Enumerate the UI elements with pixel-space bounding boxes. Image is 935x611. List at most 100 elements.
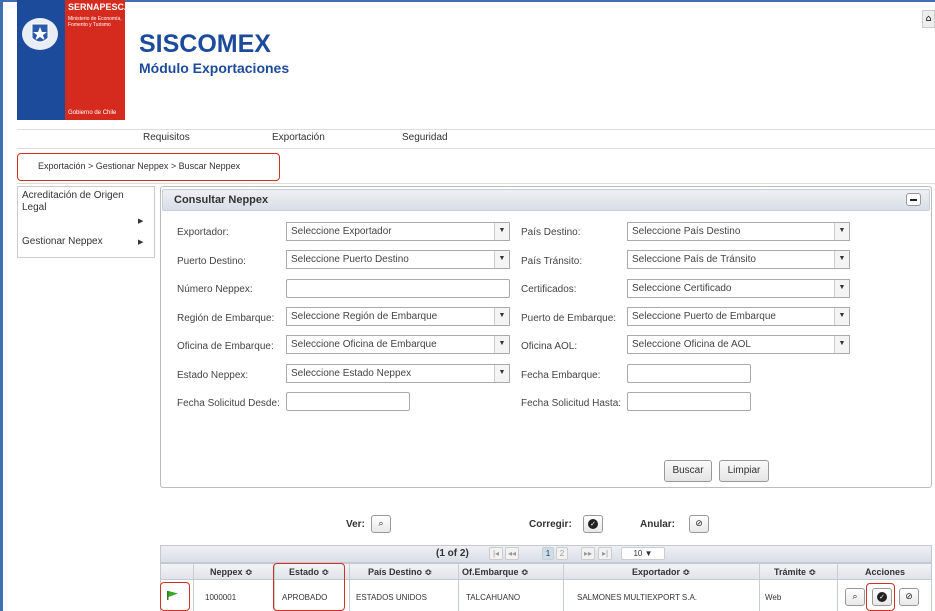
cell-neppex: 1000001 <box>205 593 237 602</box>
corregir-highlight <box>866 583 895 611</box>
puerto-destino-select-value: Seleccione Puerto Destino <box>291 254 409 265</box>
puerto-embarque-select[interactable]: Seleccione Puerto de Embarque ▼ <box>627 307 850 326</box>
chevron-right-icon: ▶ <box>138 217 144 225</box>
estado-neppex-select[interactable]: Seleccione Estado Neppex ▼ <box>286 364 510 383</box>
fecha-hasta-input[interactable] <box>627 392 751 411</box>
chevron-down-icon: ▼ <box>834 336 849 353</box>
numero-neppex-label: Número Neppex: <box>177 284 253 295</box>
search-icon: ⌕ <box>371 515 391 533</box>
buscar-button[interactable]: Buscar <box>664 460 712 482</box>
chevron-down-icon: ▼ <box>834 280 849 297</box>
cell-oficina: TALCAHUANO <box>466 593 521 602</box>
col-acciones: Acciones <box>865 567 906 577</box>
chevron-down-icon: ▼ <box>834 308 849 325</box>
col-neppex[interactable]: Neppex ≎ <box>210 567 253 578</box>
puerto-destino-select[interactable]: Seleccione Puerto Destino ▼ <box>286 250 510 269</box>
last-page-icon[interactable]: ▸| <box>598 547 612 560</box>
page-info: (1 of 2) <box>436 548 469 559</box>
app-title: SISCOMEX <box>139 30 271 58</box>
cancel-action-button[interactable]: ⊘ <box>899 588 919 606</box>
estado-neppex-label: Estado Neppex: <box>177 370 249 381</box>
flag-highlight <box>160 582 190 611</box>
fecha-desde-label: Fecha Solicitud Desde: <box>177 398 280 409</box>
column-divider <box>349 563 350 611</box>
window-edge <box>0 0 3 611</box>
column-divider <box>837 563 838 611</box>
menu-seguridad[interactable]: Seguridad <box>402 132 448 143</box>
chile-coat-of-arms-icon <box>22 18 58 50</box>
window-top-edge <box>0 0 935 2</box>
pais-transito-label: País Tránsito: <box>521 256 583 267</box>
cell-tramite: Web <box>765 593 782 602</box>
region-embarque-label: Región de Embarque: <box>177 313 275 324</box>
government-name: Gobierno de Chile <box>68 110 117 116</box>
region-embarque-select-value: Seleccione Región de Embarque <box>291 311 438 322</box>
rows-per-page-value: 10 <box>633 549 643 558</box>
puerto-embarque-label: Puerto de Embarque: <box>521 313 617 324</box>
puerto-embarque-select-value: Seleccione Puerto de Embarque <box>632 311 776 322</box>
oficina-aol-select[interactable]: Seleccione Oficina de AOL ▼ <box>627 335 850 354</box>
cell-pais-destino: ESTADOS UNIDOS <box>356 593 427 602</box>
page-2[interactable]: 2 <box>556 547 568 560</box>
page-1[interactable]: 1 <box>542 547 554 560</box>
numero-neppex-input[interactable] <box>286 279 510 298</box>
col-pais-destino[interactable]: País Destino ≎ <box>368 567 432 578</box>
fecha-embarque-label: Fecha Embarque: <box>521 370 601 381</box>
panel-header <box>162 189 930 211</box>
column-divider <box>458 563 459 611</box>
region-embarque-select[interactable]: Seleccione Región de Embarque ▼ <box>286 307 510 326</box>
breadcrumb[interactable]: Exportación > Gestionar Neppex > Buscar … <box>38 161 240 171</box>
fecha-embarque-input[interactable] <box>627 364 751 383</box>
estado-neppex-select-value: Seleccione Estado Neppex <box>291 368 412 379</box>
pais-destino-select-value: Seleccione País Destino <box>632 226 741 237</box>
pais-destino-select[interactable]: Seleccione País Destino ▼ <box>627 222 850 241</box>
chevron-down-icon: ▼ <box>494 251 509 268</box>
oficina-embarque-select[interactable]: Seleccione Oficina de Embarque ▼ <box>286 335 510 354</box>
exportador-select-value: Seleccione Exportador <box>291 226 392 237</box>
col-exportador[interactable]: Exportador ≎ <box>632 567 690 578</box>
column-divider <box>193 563 194 611</box>
certificados-label: Certificados: <box>521 284 577 295</box>
chevron-down-icon: ▼ <box>834 223 849 240</box>
exportador-label: Exportador: <box>177 227 229 238</box>
pais-transito-select[interactable]: Seleccione País de Tránsito ▼ <box>627 250 850 269</box>
limpiar-button[interactable]: Limpiar <box>719 460 769 482</box>
exportador-select[interactable]: Seleccione Exportador ▼ <box>286 222 510 241</box>
oficina-aol-select-value: Seleccione Oficina de AOL <box>632 339 751 350</box>
home-icon[interactable]: ⌂ <box>922 10 935 28</box>
chevron-down-icon: ▼ <box>494 365 509 382</box>
certificados-select[interactable]: Seleccione Certificado ▼ <box>627 279 850 298</box>
chevron-down-icon: ▼ <box>494 336 509 353</box>
rows-per-page-select[interactable]: 10 ▼ <box>621 547 665 560</box>
app-subtitle: Módulo Exportaciones <box>139 60 290 76</box>
puerto-destino-label: Puerto Destino: <box>177 256 246 267</box>
col-tramite[interactable]: Trámite ≎ <box>774 567 816 578</box>
check-circle-icon: ✓ <box>583 515 603 533</box>
first-page-icon[interactable]: |◂ <box>489 547 503 560</box>
column-divider <box>563 563 564 611</box>
chevron-down-icon: ▼ <box>494 223 509 240</box>
cell-exportador: SALMONES MULTIEXPORT S.A. <box>577 593 698 602</box>
sidebar-item-acreditacion[interactable]: Acreditación de Origen Legal <box>22 190 132 214</box>
org-name: SERNAPESCA <box>68 2 131 12</box>
chevron-down-icon: ▼ <box>834 251 849 268</box>
corregir-legend-label: Corregir: <box>529 519 572 530</box>
pais-transito-select-value: Seleccione País de Tránsito <box>632 254 756 265</box>
fecha-hasta-label: Fecha Solicitud Hasta: <box>521 398 622 409</box>
oficina-aol-label: Oficina AOL: <box>521 341 578 352</box>
certificados-select-value: Seleccione Certificado <box>632 283 732 294</box>
menu-exportacion[interactable]: Exportación <box>272 132 325 143</box>
next-page-icon[interactable]: ▸▸ <box>581 547 595 560</box>
column-divider <box>759 563 760 611</box>
anular-legend-label: Anular: <box>640 519 675 530</box>
oficina-embarque-select-value: Seleccione Oficina de Embarque <box>291 339 437 350</box>
view-action-button[interactable]: ⌕ <box>845 588 865 606</box>
collapse-button[interactable] <box>906 193 921 206</box>
col-oficina-embarque[interactable]: Of.Embarque ≎ <box>462 567 529 578</box>
fecha-desde-input[interactable] <box>286 392 410 411</box>
prev-page-icon[interactable]: ◂◂ <box>505 547 519 560</box>
ver-legend-label: Ver: <box>346 519 365 530</box>
sidebar-item-gestionar-neppex[interactable]: Gestionar Neppex <box>22 236 103 247</box>
chevron-right-icon: ▶ <box>138 238 144 246</box>
menu-requisitos[interactable]: Requisitos <box>143 132 190 143</box>
